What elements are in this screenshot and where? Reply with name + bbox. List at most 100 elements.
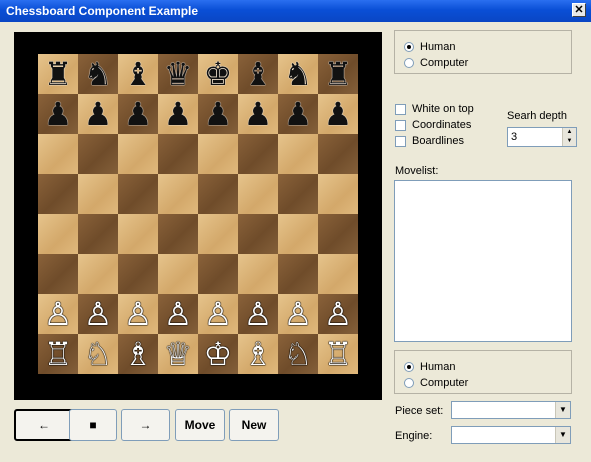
board-square[interactable]: ♙ [38,294,78,334]
board-square[interactable] [278,254,318,294]
black-piece-icon[interactable]: ♟ [44,94,73,134]
black-piece-icon[interactable]: ♟ [124,94,153,134]
spin-down-icon[interactable]: ▼ [562,137,576,146]
coordinates-checkbox[interactable]: Coordinates [395,119,471,131]
board-square[interactable] [238,214,278,254]
board-square[interactable] [158,214,198,254]
black-piece-icon[interactable]: ♜ [44,54,73,94]
engine-dropdown[interactable]: ▼ [451,426,571,444]
board-square[interactable]: ♙ [118,294,158,334]
board-square[interactable] [118,214,158,254]
board-square[interactable] [318,174,358,214]
black-piece-icon[interactable]: ♟ [324,94,353,134]
new-game-button[interactable]: New [229,409,279,441]
board-square[interactable] [198,134,238,174]
white-piece-icon[interactable]: ♖ [44,334,73,374]
board-square[interactable]: ♙ [278,294,318,334]
white-piece-icon[interactable]: ♙ [204,294,233,334]
board-square[interactable]: ♟ [238,94,278,134]
board-square[interactable]: ♟ [38,94,78,134]
boardlines-checkbox[interactable]: Boardlines [395,135,464,147]
board-square[interactable] [158,174,198,214]
white-piece-icon[interactable]: ♙ [84,294,113,334]
board-square[interactable]: ♖ [38,334,78,374]
black-piece-icon[interactable]: ♚ [204,54,233,94]
spin-up-icon[interactable]: ▲ [562,128,576,137]
board-square[interactable]: ♗ [238,334,278,374]
top-player-human-radio[interactable]: Human [404,41,455,53]
board-square[interactable]: ♙ [198,294,238,334]
back-button[interactable]: ← [14,409,74,441]
board-square[interactable]: ♝ [238,54,278,94]
board-square[interactable]: ♟ [198,94,238,134]
white-piece-icon[interactable]: ♙ [244,294,273,334]
white-piece-icon[interactable]: ♙ [324,294,353,334]
white-on-top-checkbox[interactable]: White on top [395,103,474,115]
white-piece-icon[interactable]: ♗ [244,334,273,374]
black-piece-icon[interactable]: ♟ [84,94,113,134]
piece-set-dropdown[interactable]: ▼ [451,401,571,419]
dropdown-arrow-icon[interactable]: ▼ [555,427,570,443]
board-square[interactable] [318,134,358,174]
bottom-player-computer-radio[interactable]: Computer [404,377,468,389]
board-square[interactable] [278,174,318,214]
board-square[interactable] [118,254,158,294]
board-square[interactable] [238,254,278,294]
board-square[interactable] [78,254,118,294]
board-square[interactable] [158,134,198,174]
board-square[interactable] [38,254,78,294]
dropdown-arrow-icon[interactable]: ▼ [555,402,570,418]
board-square[interactable] [78,214,118,254]
board-square[interactable] [118,174,158,214]
white-piece-icon[interactable]: ♔ [204,334,233,374]
board-square[interactable]: ♟ [78,94,118,134]
white-piece-icon[interactable]: ♙ [124,294,153,334]
board-square[interactable] [38,174,78,214]
board-square[interactable]: ♜ [38,54,78,94]
board-square[interactable] [278,214,318,254]
white-piece-icon[interactable]: ♕ [164,334,193,374]
board-square[interactable] [78,174,118,214]
board-square[interactable]: ♖ [318,334,358,374]
white-piece-icon[interactable]: ♙ [164,294,193,334]
board-square[interactable] [278,134,318,174]
white-piece-icon[interactable]: ♖ [324,334,353,374]
white-piece-icon[interactable]: ♗ [124,334,153,374]
black-piece-icon[interactable]: ♛ [164,54,193,94]
chessboard[interactable]: ♜ ♞ ♝ ♛ ♚ ♝ ♞ ♜ ♟ ♟ ♟ ♟ ♟ ♟ ♟ ♟ ♙ ♙ ♙ ♙ ♙ ♙ ♙ ♙ ♖ ♘ ♗ ♕ ♔ ♗ ♘ ♖ [38,54,358,374]
board-square[interactable] [38,214,78,254]
board-square[interactable]: ♔ [198,334,238,374]
white-piece-icon[interactable]: ♙ [44,294,73,334]
search-depth-value[interactable]: 3 [511,131,517,143]
bottom-player-human-radio[interactable]: Human [404,361,455,373]
board-square[interactable]: ♗ [118,334,158,374]
black-piece-icon[interactable]: ♟ [244,94,273,134]
white-piece-icon[interactable]: ♘ [84,334,113,374]
stop-button[interactable]: ■ [69,409,117,441]
black-piece-icon[interactable]: ♟ [204,94,233,134]
white-piece-icon[interactable]: ♘ [284,334,313,374]
board-square[interactable]: ♝ [118,54,158,94]
board-square[interactable] [198,254,238,294]
search-depth-spinner[interactable]: 3 ▲ ▼ [507,127,577,147]
move-button[interactable]: Move [175,409,225,441]
black-piece-icon[interactable]: ♟ [284,94,313,134]
board-square[interactable]: ♕ [158,334,198,374]
board-square[interactable] [198,174,238,214]
board-square[interactable]: ♙ [238,294,278,334]
board-square[interactable] [318,214,358,254]
black-piece-icon[interactable]: ♝ [124,54,153,94]
black-piece-icon[interactable]: ♞ [284,54,313,94]
top-player-computer-radio[interactable]: Computer [404,57,468,69]
board-square[interactable]: ♞ [78,54,118,94]
black-piece-icon[interactable]: ♝ [244,54,273,94]
board-square[interactable] [78,134,118,174]
board-square[interactable] [318,254,358,294]
forward-button[interactable]: → [121,409,170,441]
board-square[interactable]: ♙ [318,294,358,334]
white-piece-icon[interactable]: ♙ [284,294,313,334]
black-piece-icon[interactable]: ♞ [84,54,113,94]
board-square[interactable]: ♘ [78,334,118,374]
board-square[interactable]: ♘ [278,334,318,374]
board-square[interactable] [38,134,78,174]
